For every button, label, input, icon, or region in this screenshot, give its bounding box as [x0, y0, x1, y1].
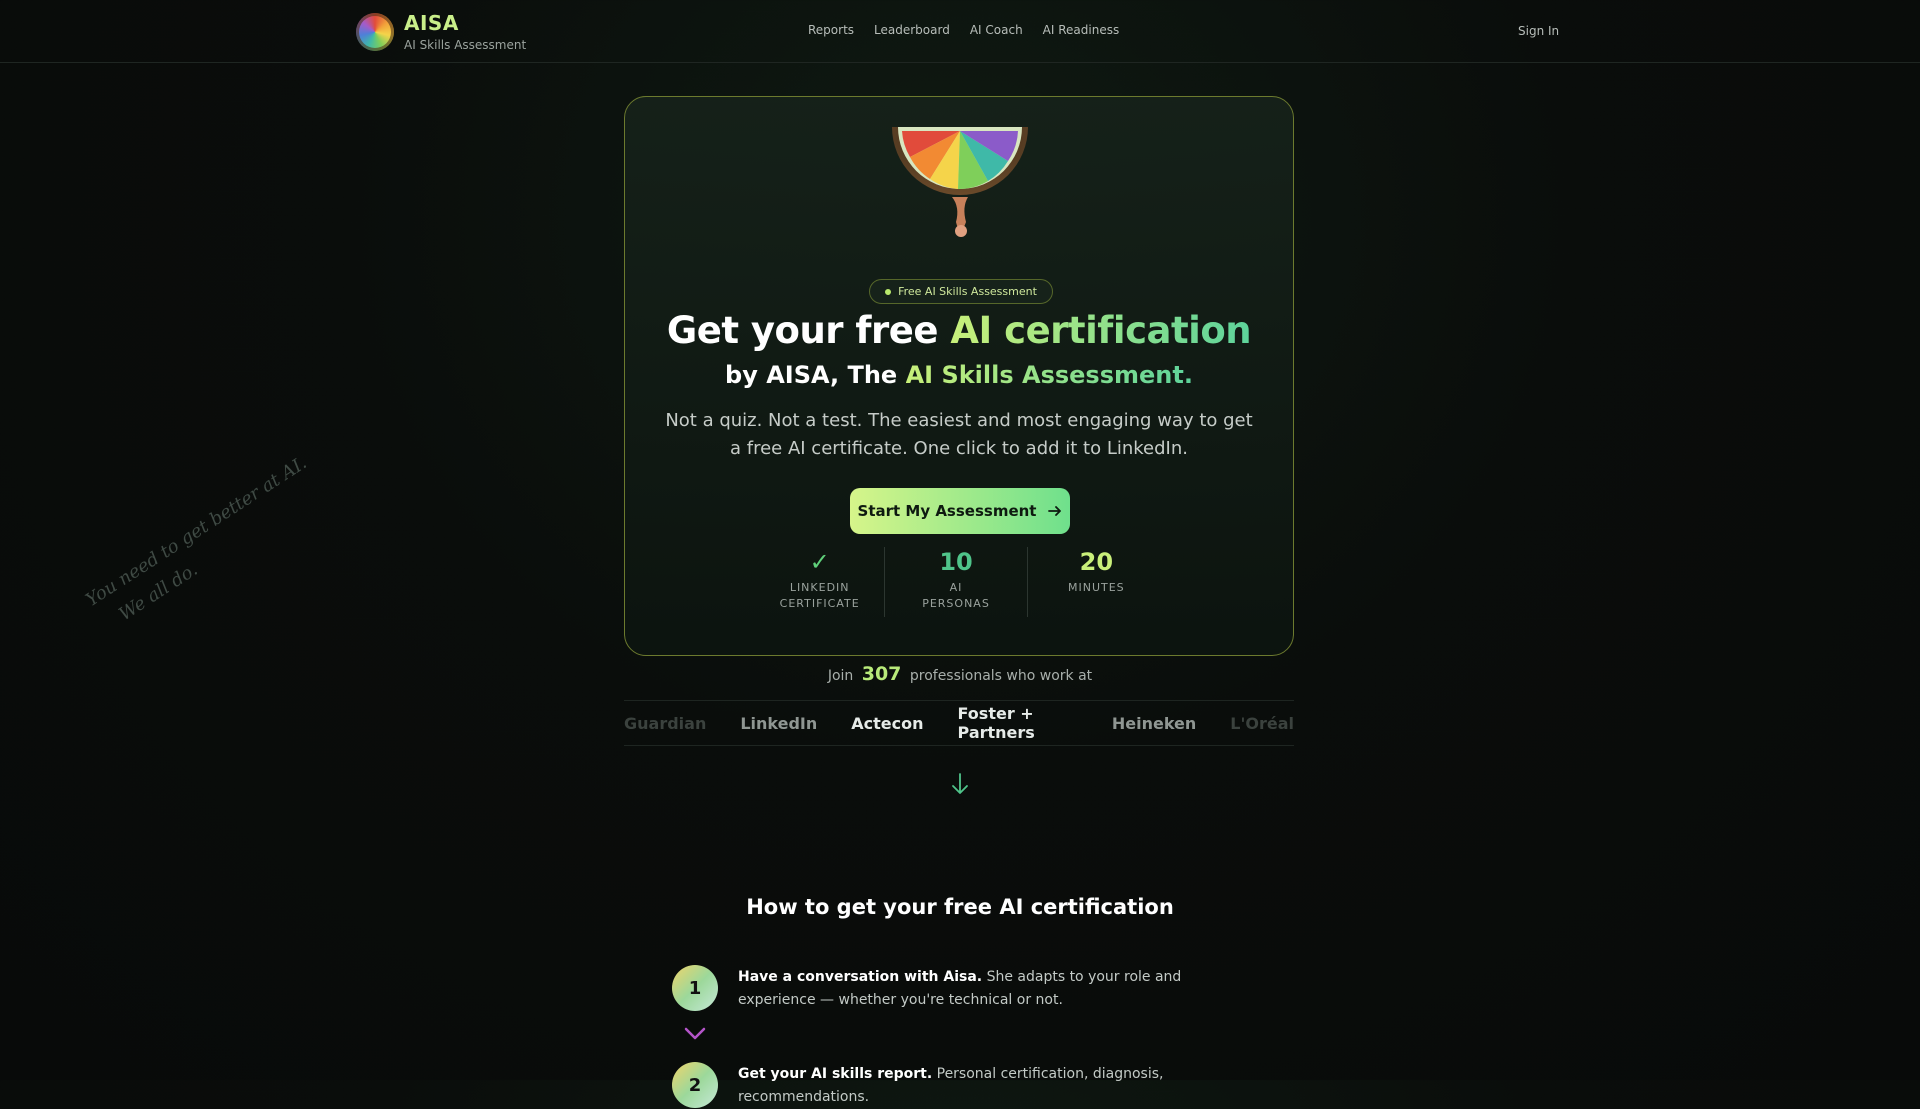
hero-sub-plain: by AISA, The — [725, 361, 906, 389]
brand-name: AISA — [404, 11, 459, 35]
stat-value: 20 — [1079, 548, 1114, 576]
hero-title-accent: AI certification — [950, 309, 1252, 352]
main-nav: Reports Leaderboard AI Coach AI Readines… — [808, 23, 1119, 37]
badge-dot-icon — [885, 288, 892, 295]
join-suffix: professionals who work at — [909, 668, 1093, 684]
nav-leaderboard[interactable]: Leaderboard — [874, 23, 950, 37]
cta-label: Start My Assessment — [857, 502, 1037, 520]
hero-title-plain: Get your free — [666, 309, 951, 352]
company-logo: Heineken — [1111, 713, 1197, 733]
step-heading: Have a conversation with Aisa. — [738, 969, 983, 985]
check-icon: ✓ — [809, 548, 830, 576]
sign-in-link[interactable]: Sign In — [1518, 24, 1559, 38]
nav-reports[interactable]: Reports — [808, 23, 854, 37]
stat-label: Minutes — [1068, 581, 1125, 594]
citrus-slice-illustration — [892, 127, 1028, 237]
arrow-right-icon — [1048, 506, 1062, 516]
hero-description: Not a quiz. Not a test. The easiest and … — [665, 410, 1253, 459]
professional-count: 307 — [861, 663, 902, 685]
hero-stats: ✓ LinkedIn Certificate 10 AI Personas 20… — [755, 547, 1165, 617]
company-logo: Actecon — [851, 713, 924, 733]
step-text: Have a conversation with Aisa. She adapt… — [738, 965, 1258, 1012]
start-assessment-button[interactable]: Start My Assessment — [850, 488, 1070, 534]
hero-title: Get your free AI certification — [625, 309, 1293, 352]
social-proof-line: Join 307 professionals who work at — [0, 663, 1920, 685]
stat-label: AI Personas — [922, 581, 990, 610]
step-item: 1 Have a conversation with Aisa. She ada… — [672, 965, 1258, 1012]
brand-subtitle: AI Skills Assessment — [404, 38, 527, 52]
stat-ai-personas: 10 AI Personas — [884, 547, 1026, 617]
hero-sub-accent: AI Skills Assessment. — [905, 361, 1193, 389]
nav-ai-readiness[interactable]: AI Readiness — [1043, 23, 1120, 37]
brand-logo-icon — [356, 13, 394, 51]
brand[interactable]: AISA AI Skills Assessment — [356, 12, 526, 52]
company-logo-strip: Guardian LinkedIn Actecon Foster + Partn… — [624, 700, 1294, 746]
stat-minutes: 20 Minutes — [1026, 547, 1165, 617]
company-logo: Foster + Partners — [957, 704, 1035, 742]
top-nav-bar: AISA AI Skills Assessment Reports Leader… — [0, 0, 1920, 63]
stat-label: LinkedIn Certificate — [779, 581, 860, 610]
step-item: 2 Get your AI skills report. Personal ce… — [672, 1062, 1258, 1109]
arrow-down-icon[interactable] — [950, 772, 970, 796]
company-logo: L'Oréal — [1230, 713, 1294, 733]
join-prefix: Join — [827, 668, 854, 684]
stat-linkedin-certificate: ✓ LinkedIn Certificate — [755, 547, 884, 617]
nav-ai-coach[interactable]: AI Coach — [970, 23, 1023, 37]
hero-subtitle: by AISA, The AI Skills Assessment. — [625, 361, 1293, 389]
step-text: Get your AI skills report. Personal cert… — [738, 1062, 1258, 1109]
handwritten-note: You need to get better at AI. We all do. — [80, 449, 330, 640]
free-assessment-badge: Free AI Skills Assessment — [869, 279, 1053, 304]
company-logo: LinkedIn — [740, 713, 818, 733]
step-number: 1 — [672, 965, 718, 1011]
step-number: 2 — [672, 1062, 718, 1108]
hero-card: Free AI Skills Assessment Get your free … — [624, 96, 1294, 656]
company-logo: Guardian — [624, 713, 707, 733]
chevron-down-icon — [684, 1027, 706, 1040]
badge-label: Free AI Skills Assessment — [898, 285, 1037, 298]
how-section-title: How to get your free AI certification — [746, 895, 1174, 919]
stat-value: 10 — [939, 548, 973, 576]
